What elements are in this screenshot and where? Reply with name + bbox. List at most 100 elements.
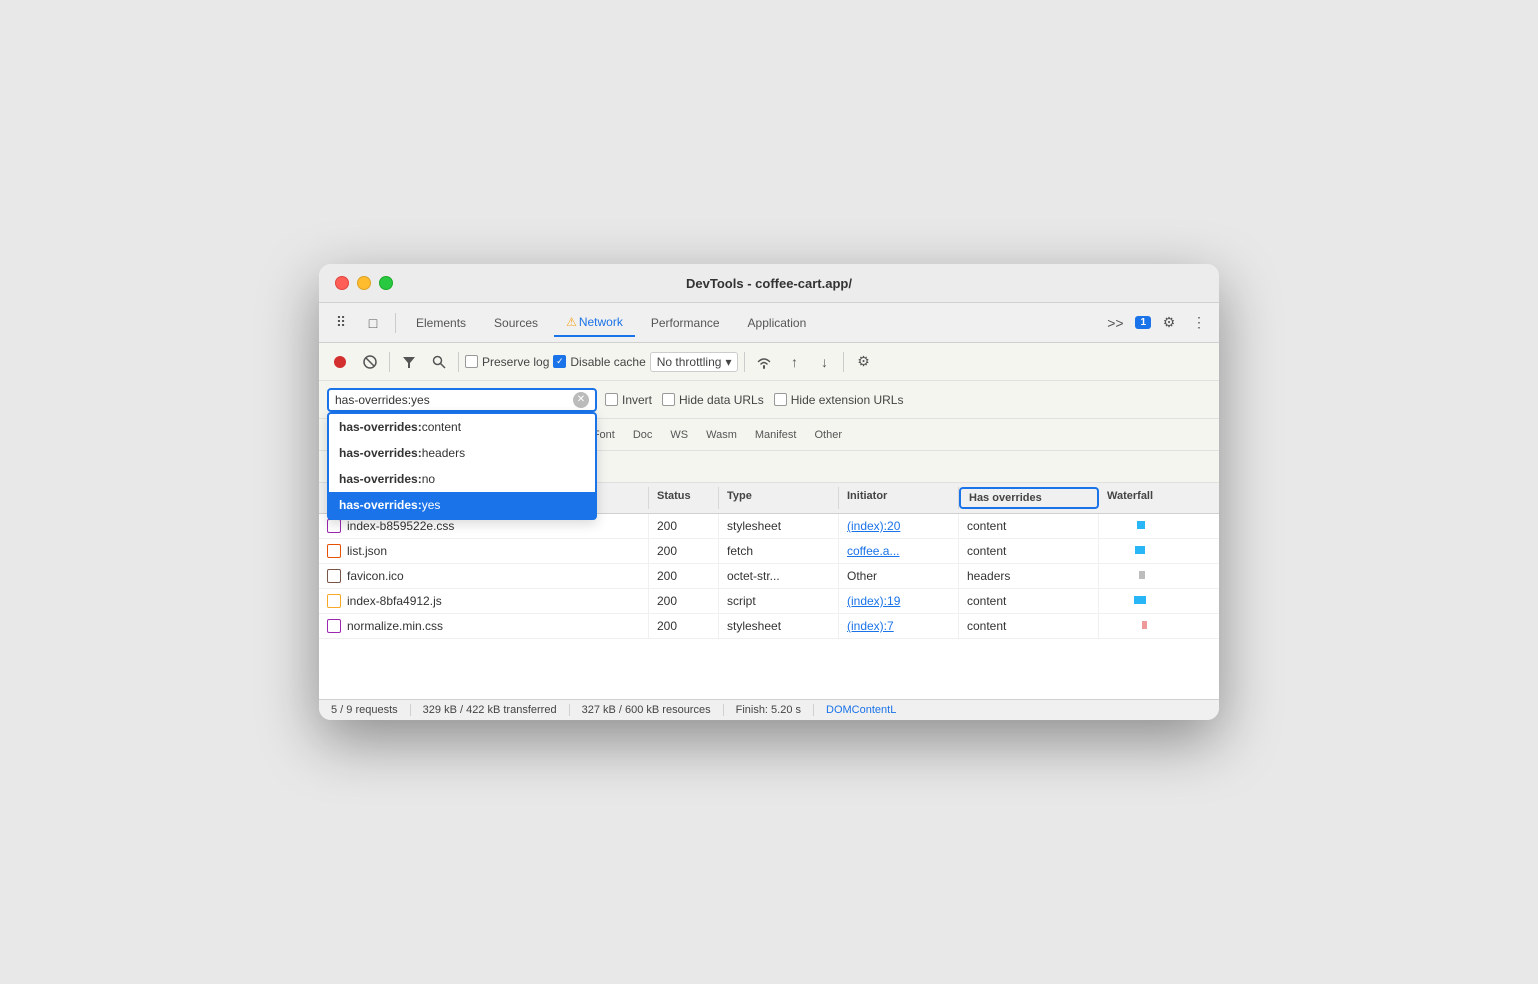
row-initiator-1: coffee.a...	[839, 539, 959, 563]
table-row[interactable]: list.json 200 fetch coffee.a... content	[319, 539, 1219, 564]
search-button[interactable]	[426, 349, 452, 375]
throttle-select[interactable]: No throttling ▾	[650, 352, 739, 372]
more-menu-button[interactable]: ⋮	[1187, 311, 1211, 335]
type-filter-doc[interactable]: Doc	[625, 427, 661, 443]
hide-ext-urls-option[interactable]: Hide extension URLs	[774, 393, 904, 407]
clear-search-button[interactable]: ✕	[573, 392, 589, 408]
finish-time: Finish: 5.20 s	[724, 704, 814, 716]
empty-space	[319, 639, 1219, 699]
toolbar-sep-1	[389, 352, 390, 372]
row-name-3: index-8bfa4912.js	[319, 589, 649, 613]
tab-network[interactable]: ⚠ Network	[554, 309, 635, 337]
hide-data-urls-checkbox[interactable]	[662, 393, 675, 406]
row-overrides-4: content	[959, 614, 1099, 638]
th-waterfall[interactable]: Waterfall	[1099, 487, 1219, 509]
row-initiator-0: (index):20	[839, 514, 959, 538]
traffic-lights	[335, 276, 393, 290]
toolbar-sep-2	[458, 352, 459, 372]
filter-button[interactable]	[396, 349, 422, 375]
row-name-4: normalize.min.css	[319, 614, 649, 638]
type-filter-ws[interactable]: WS	[662, 427, 696, 443]
th-initiator[interactable]: Initiator	[839, 487, 959, 509]
table-row[interactable]: favicon.ico 200 octet-str... Other heade…	[319, 564, 1219, 589]
row-waterfall-1	[1099, 539, 1219, 563]
table-row[interactable]: index-8bfa4912.js 200 script (index):19 …	[319, 589, 1219, 614]
status-bar: 5 / 9 requests 329 kB / 422 kB transferr…	[319, 699, 1219, 720]
file-icon-ico	[327, 569, 341, 583]
dropdown-item-yes[interactable]: has-overrides:yes	[329, 492, 595, 518]
tab-elements[interactable]: Elements	[404, 310, 478, 336]
row-status-2: 200	[649, 564, 719, 588]
dropdown-item-no[interactable]: has-overrides:no	[329, 466, 595, 492]
row-type-4: stylesheet	[719, 614, 839, 638]
clear-button[interactable]	[357, 349, 383, 375]
inspect-icon[interactable]: ⠿	[327, 309, 355, 337]
row-initiator-2: Other	[839, 564, 959, 588]
row-overrides-1: content	[959, 539, 1099, 563]
stop-recording-button[interactable]	[327, 349, 353, 375]
row-waterfall-4	[1099, 614, 1219, 638]
type-filter-other[interactable]: Other	[806, 427, 850, 443]
type-filter-wasm[interactable]: Wasm	[698, 427, 745, 443]
tab-application[interactable]: Application	[736, 310, 819, 336]
row-overrides-3: content	[959, 589, 1099, 613]
preserve-log-checkbox[interactable]	[465, 355, 478, 368]
file-icon-json	[327, 544, 341, 558]
table-body: index-b859522e.css 200 stylesheet (index…	[319, 514, 1219, 699]
tab-performance[interactable]: Performance	[639, 310, 732, 336]
row-type-2: octet-str...	[719, 564, 839, 588]
row-waterfall-0	[1099, 514, 1219, 538]
notification-badge: 1	[1135, 316, 1151, 329]
invert-option[interactable]: Invert	[605, 393, 652, 407]
table-row[interactable]: normalize.min.css 200 stylesheet (index)…	[319, 614, 1219, 639]
th-status[interactable]: Status	[649, 487, 719, 509]
more-tabs-button[interactable]: >>	[1101, 309, 1129, 337]
resources-size: 327 kB / 600 kB resources	[570, 704, 724, 716]
filter-bar: ✕ has-overrides:content has-overrides:he…	[319, 381, 1219, 419]
invert-checkbox[interactable]	[605, 393, 618, 406]
filter-options: Invert Hide data URLs Hide extension URL…	[605, 393, 903, 407]
file-icon-css-2	[327, 619, 341, 633]
row-name-2: favicon.ico	[319, 564, 649, 588]
row-waterfall-3	[1099, 589, 1219, 613]
row-type-1: fetch	[719, 539, 839, 563]
dropdown-item-headers[interactable]: has-overrides:headers	[329, 440, 595, 466]
hide-ext-urls-checkbox[interactable]	[774, 393, 787, 406]
dom-content-label: DOMContentL	[814, 704, 908, 716]
maximize-button[interactable]	[379, 276, 393, 290]
type-filter-manifest[interactable]: Manifest	[747, 427, 805, 443]
throttle-chevron-icon: ▾	[725, 355, 731, 369]
row-status-3: 200	[649, 589, 719, 613]
settings-button[interactable]: ⚙	[1157, 311, 1181, 335]
download-icon[interactable]: ↓	[811, 349, 837, 375]
th-type[interactable]: Type	[719, 487, 839, 509]
dropdown-item-content[interactable]: has-overrides:content	[329, 414, 595, 440]
disable-cache-checkbox[interactable]: ✓	[553, 355, 566, 368]
tab-right-controls: >> 1 ⚙ ⋮	[1101, 309, 1211, 337]
row-status-0: 200	[649, 514, 719, 538]
tab-bar: ⠿ □ Elements Sources ⚠ Network Performan…	[319, 303, 1219, 343]
title-bar: DevTools - coffee-cart.app/	[319, 264, 1219, 303]
search-input[interactable]	[335, 393, 569, 407]
row-type-0: stylesheet	[719, 514, 839, 538]
search-dropdown: has-overrides:content has-overrides:head…	[327, 412, 597, 520]
hide-data-urls-option[interactable]: Hide data URLs	[662, 393, 764, 407]
close-button[interactable]	[335, 276, 349, 290]
wifi-icon[interactable]	[751, 349, 777, 375]
tab-separator	[395, 313, 396, 333]
preserve-log-label[interactable]: Preserve log	[465, 355, 549, 369]
network-settings-button[interactable]: ⚙	[850, 349, 876, 375]
search-input-wrap: ✕	[327, 388, 597, 412]
disable-cache-label[interactable]: ✓ Disable cache	[553, 355, 645, 369]
toolbar-sep-4	[843, 352, 844, 372]
upload-icon[interactable]: ↑	[781, 349, 807, 375]
requests-count: 5 / 9 requests	[331, 704, 411, 716]
devtools-window: DevTools - coffee-cart.app/ ⠿ □ Elements…	[319, 264, 1219, 720]
window-title: DevTools - coffee-cart.app/	[686, 276, 852, 291]
minimize-button[interactable]	[357, 276, 371, 290]
th-has-overrides[interactable]: Has overrides	[959, 487, 1099, 509]
tab-sources[interactable]: Sources	[482, 310, 550, 336]
file-icon-js	[327, 594, 341, 608]
row-status-4: 200	[649, 614, 719, 638]
device-icon[interactable]: □	[359, 309, 387, 337]
